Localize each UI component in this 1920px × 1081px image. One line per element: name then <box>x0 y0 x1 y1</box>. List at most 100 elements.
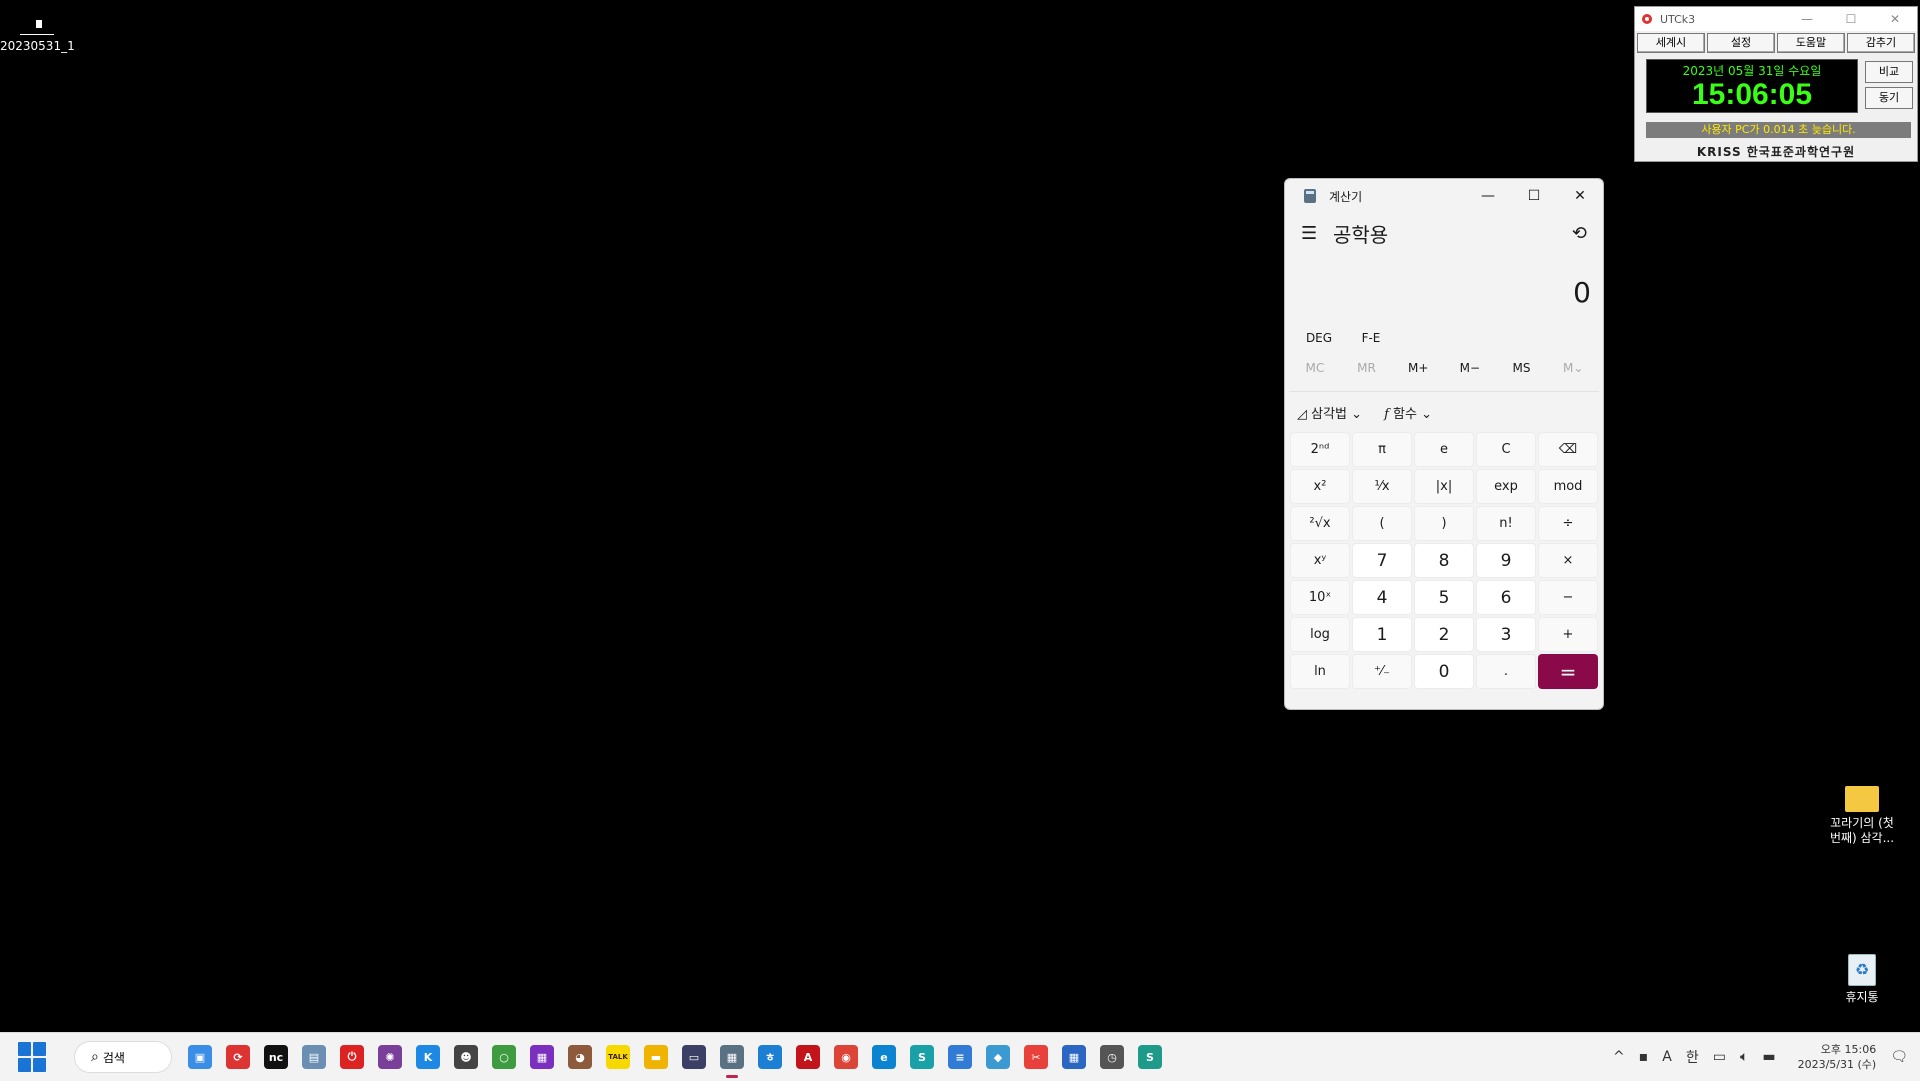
key-6-button[interactable]: 6 <box>1476 580 1536 615</box>
folder-icon[interactable]: ▬ <box>644 1045 668 1069</box>
calendar-icon[interactable]: ▦ <box>1062 1045 1086 1069</box>
atom-icon[interactable]: ✺ <box>378 1045 402 1069</box>
photos-icon[interactable]: ▣ <box>188 1045 212 1069</box>
key-rparen-button[interactable]: ) <box>1414 506 1474 541</box>
ime-mode-han[interactable]: 한 <box>1686 1047 1699 1067</box>
k-icon[interactable]: K <box>416 1045 440 1069</box>
minimize-button[interactable]: — <box>1785 12 1829 26</box>
hangul-icon[interactable]: ㅎ <box>758 1045 782 1069</box>
key-2-button[interactable]: 2 <box>1414 617 1474 652</box>
key-lparen-button[interactable]: ( <box>1352 506 1412 541</box>
acrobat-icon[interactable]: A <box>796 1045 820 1069</box>
nc-icon[interactable]: nc <box>264 1045 288 1069</box>
key-8-button[interactable]: 8 <box>1414 543 1474 578</box>
app-s-icon[interactable]: S <box>910 1045 934 1069</box>
trig-dropdown[interactable]: ◿ 삼각법 ⌄ <box>1297 403 1362 422</box>
key-9-button[interactable]: 9 <box>1476 543 1536 578</box>
desktop-file-20230531[interactable]: 20230531_1 <box>0 14 75 54</box>
maximize-button[interactable]: ☐ <box>1511 188 1557 204</box>
key-2nd-button[interactable]: 2ⁿᵈ <box>1290 432 1350 467</box>
key-4-button[interactable]: 4 <box>1352 580 1412 615</box>
sync-icon[interactable]: ⟳ <box>226 1045 250 1069</box>
tray-clock[interactable]: 오후 15:06 2023/5/31 (수) <box>1798 1042 1877 1072</box>
kakaotalk-icon[interactable]: TALK <box>606 1045 630 1069</box>
mbc-icon[interactable]: ▦ <box>530 1045 554 1069</box>
compare-button[interactable]: 비교 <box>1865 61 1913 83</box>
key-abs-button[interactable]: |x| <box>1414 469 1474 504</box>
network-icon[interactable]: ▭ <box>1713 1049 1726 1065</box>
terminal-icon[interactable]: ▭ <box>682 1045 706 1069</box>
utck3-titlebar[interactable]: UTCk3 — ☐ ✕ <box>1635 7 1917 31</box>
chrome-icon[interactable]: ◉ <box>834 1045 858 1069</box>
settings-button[interactable]: 설정 <box>1707 33 1775 53</box>
notepad-icon[interactable]: ≡ <box>948 1045 972 1069</box>
key-1-button[interactable]: 1 <box>1352 617 1412 652</box>
maximize-button[interactable]: ☐ <box>1829 12 1873 26</box>
key-3-button[interactable]: 3 <box>1476 617 1536 652</box>
volume-icon[interactable]: 🔈︎ <box>1740 1049 1748 1065</box>
key-ten-power-button[interactable]: 10ˣ <box>1290 580 1350 615</box>
key-0-button[interactable]: 0 <box>1414 654 1474 689</box>
key-sqrt-button[interactable]: ²√x <box>1290 506 1350 541</box>
help-button[interactable]: 도움말 <box>1777 33 1845 53</box>
key-square-button[interactable]: x² <box>1290 469 1350 504</box>
key-5-button[interactable]: 5 <box>1414 580 1474 615</box>
hide-button[interactable]: 감추기 <box>1847 33 1915 53</box>
key-reciprocal-button[interactable]: ¹⁄x <box>1352 469 1412 504</box>
mr-button[interactable]: MR <box>1341 361 1393 375</box>
key-decimal-button[interactable]: . <box>1476 654 1536 689</box>
key-divide-button[interactable]: ÷ <box>1538 506 1598 541</box>
key-clear-button[interactable]: C <box>1476 432 1536 467</box>
m-minus-button[interactable]: M− <box>1444 361 1496 375</box>
key-e-button[interactable]: e <box>1414 432 1474 467</box>
start-button[interactable] <box>18 1042 48 1072</box>
key-exp-button[interactable]: exp <box>1476 469 1536 504</box>
app-s2-icon[interactable]: S <box>1138 1045 1162 1069</box>
world-time-button[interactable]: 세계시 <box>1637 33 1705 53</box>
key-minus-button[interactable]: − <box>1538 580 1598 615</box>
capture-icon[interactable]: ✂ <box>1024 1045 1048 1069</box>
key-negate-button[interactable]: ⁺⁄₋ <box>1352 654 1412 689</box>
monitor-icon[interactable]: ▤ <box>302 1045 326 1069</box>
fe-button[interactable]: F-E <box>1345 331 1397 345</box>
key-mod-button[interactable]: mod <box>1538 469 1598 504</box>
key-7-button[interactable]: 7 <box>1352 543 1412 578</box>
key-power-button[interactable]: xʸ <box>1290 543 1350 578</box>
clock-icon[interactable]: ◷ <box>1100 1045 1124 1069</box>
key-multiply-button[interactable]: × <box>1538 543 1598 578</box>
battery-icon[interactable]: ▬ <box>1762 1049 1775 1065</box>
key-backspace-button[interactable]: ⌫ <box>1538 432 1598 467</box>
m-plus-button[interactable]: M+ <box>1392 361 1444 375</box>
edge-icon[interactable]: e <box>872 1045 896 1069</box>
key-ln-button[interactable]: ln <box>1290 654 1350 689</box>
calculator-icon[interactable]: ▦ <box>720 1045 744 1078</box>
desktop-folder-shortcut[interactable]: 꼬라기의 (첫 번째) 삼각... <box>1820 786 1904 846</box>
bottle-icon[interactable]: ○ <box>492 1045 516 1069</box>
memory-list-button[interactable]: M⌄ <box>1547 361 1599 375</box>
alien-icon[interactable]: ☻ <box>454 1045 478 1069</box>
function-dropdown[interactable]: f 함수 ⌄ <box>1384 403 1432 422</box>
key-factorial-button[interactable]: n! <box>1476 506 1536 541</box>
key-plus-button[interactable]: + <box>1538 617 1598 652</box>
key-log-button[interactable]: log <box>1290 617 1350 652</box>
monkey-icon[interactable]: ◕ <box>568 1045 592 1069</box>
mc-button[interactable]: MC <box>1289 361 1341 375</box>
calculator-titlebar[interactable]: 계산기 — ☐ ✕ <box>1285 179 1603 213</box>
close-button[interactable]: ✕ <box>1873 12 1917 26</box>
desktop-recycle-bin[interactable]: ♻ 휴지통 <box>1830 954 1894 1005</box>
paint-icon[interactable]: ◆ <box>986 1045 1010 1069</box>
power-icon[interactable]: ⏻ <box>340 1045 364 1069</box>
key-equals-button[interactable]: = <box>1538 654 1598 689</box>
notification-icon[interactable]: 🗨︎ <box>1890 1049 1908 1065</box>
ime-mode-a[interactable]: A <box>1662 1049 1672 1065</box>
close-button[interactable]: ✕ <box>1557 188 1603 204</box>
deg-button[interactable]: DEG <box>1293 331 1345 345</box>
tray-app-icon[interactable]: ▪ <box>1639 1049 1649 1065</box>
hamburger-icon[interactable]: ☰ <box>1301 223 1325 244</box>
ms-button[interactable]: MS <box>1496 361 1548 375</box>
minimize-button[interactable]: — <box>1465 188 1511 204</box>
taskbar-search[interactable]: ⌕ 검색 <box>74 1041 172 1073</box>
sync-button[interactable]: 동기 <box>1865 87 1913 109</box>
tray-chevron-icon[interactable]: ^ <box>1613 1049 1625 1065</box>
key-pi-button[interactable]: π <box>1352 432 1412 467</box>
